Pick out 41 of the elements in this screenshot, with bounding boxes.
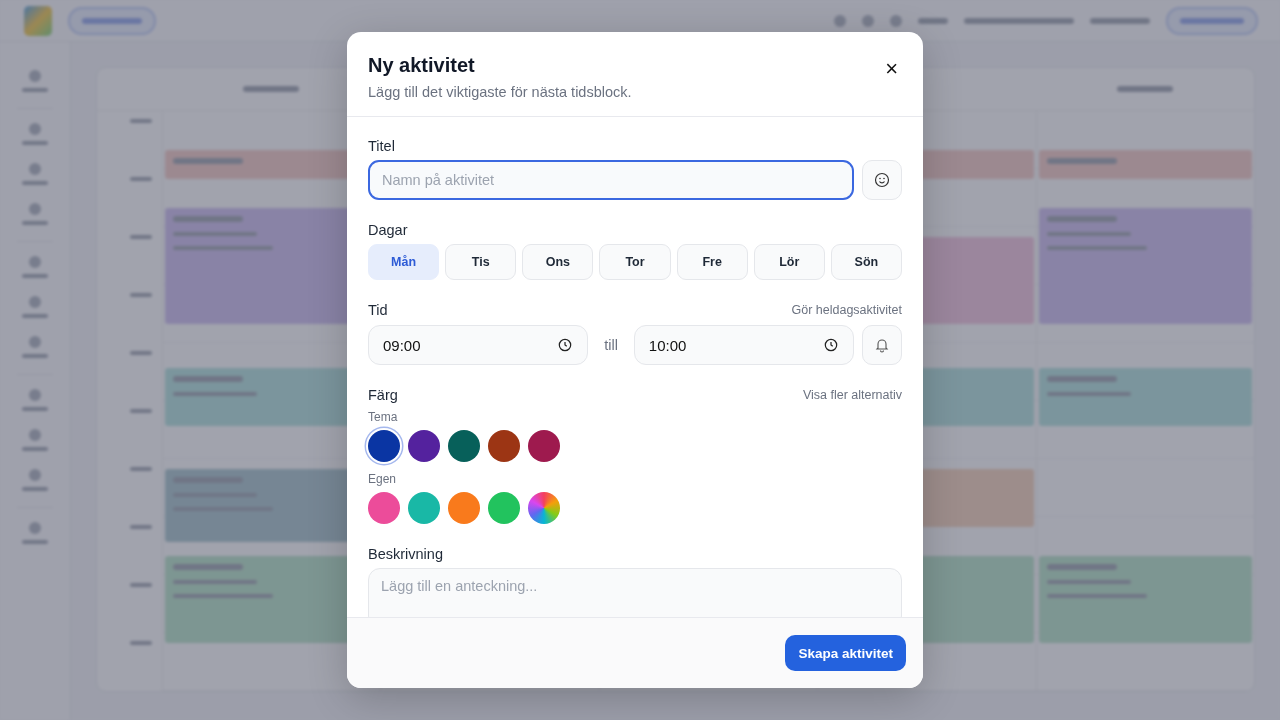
color-swatch[interactable]	[488, 430, 520, 462]
all-day-link[interactable]: Gör heldagsaktivitet	[791, 303, 902, 317]
clock-icon	[824, 338, 838, 352]
group-label: Tema	[368, 410, 399, 424]
day-toggle[interactable]: Lör	[753, 244, 825, 280]
color-swatch[interactable]	[368, 430, 400, 462]
group-label: Egen	[368, 472, 398, 486]
day-toggle[interactable]: Tor	[599, 244, 671, 280]
color-swatch[interactable]	[408, 430, 440, 462]
color-swatch[interactable]	[408, 492, 440, 524]
day-toggle[interactable]: Tis	[445, 244, 517, 280]
emoji-button[interactable]	[862, 160, 902, 200]
field-label: Färg	[368, 387, 398, 403]
day-toggle[interactable]: Sön	[830, 244, 902, 280]
color-swatch[interactable]	[448, 430, 480, 462]
field-label: Tid	[368, 302, 388, 318]
dialog-title: Ny aktivitet	[368, 54, 476, 77]
dialog-subtitle: Lägg till det viktigaste för nästa tidsblock.	[368, 84, 632, 100]
create-button[interactable]: Skapa aktivitet	[785, 635, 906, 671]
reminder-button[interactable]	[862, 325, 902, 365]
color-picker-swatch[interactable]	[528, 492, 560, 524]
color-swatch[interactable]	[448, 492, 480, 524]
bell-icon	[874, 337, 890, 353]
description-input[interactable]: Lägg till en anteckning...	[368, 568, 902, 617]
title-input[interactable]: Namn på aktivitet	[368, 160, 854, 200]
clock-icon	[558, 338, 573, 352]
day-toggle[interactable]: Ons	[522, 244, 594, 280]
day-toggle[interactable]: Fre	[676, 244, 748, 280]
field-label: Beskrivning	[368, 546, 444, 562]
color-swatch[interactable]	[368, 492, 400, 524]
end-time-field[interactable]: 10:00	[633, 325, 854, 365]
close-button[interactable]: ×	[881, 56, 902, 82]
separator-text: till	[603, 337, 619, 353]
field-label: Dagar	[368, 222, 409, 238]
start-time-field[interactable]: 09:00	[368, 325, 589, 365]
smiley-icon	[874, 172, 890, 188]
day-toggle[interactable]: Mån	[368, 244, 440, 280]
color-swatch[interactable]	[488, 492, 520, 524]
more-options-link[interactable]: Visa fler alternativ	[802, 388, 902, 402]
field-label: Titel	[368, 138, 396, 154]
color-swatch[interactable]	[528, 430, 560, 462]
